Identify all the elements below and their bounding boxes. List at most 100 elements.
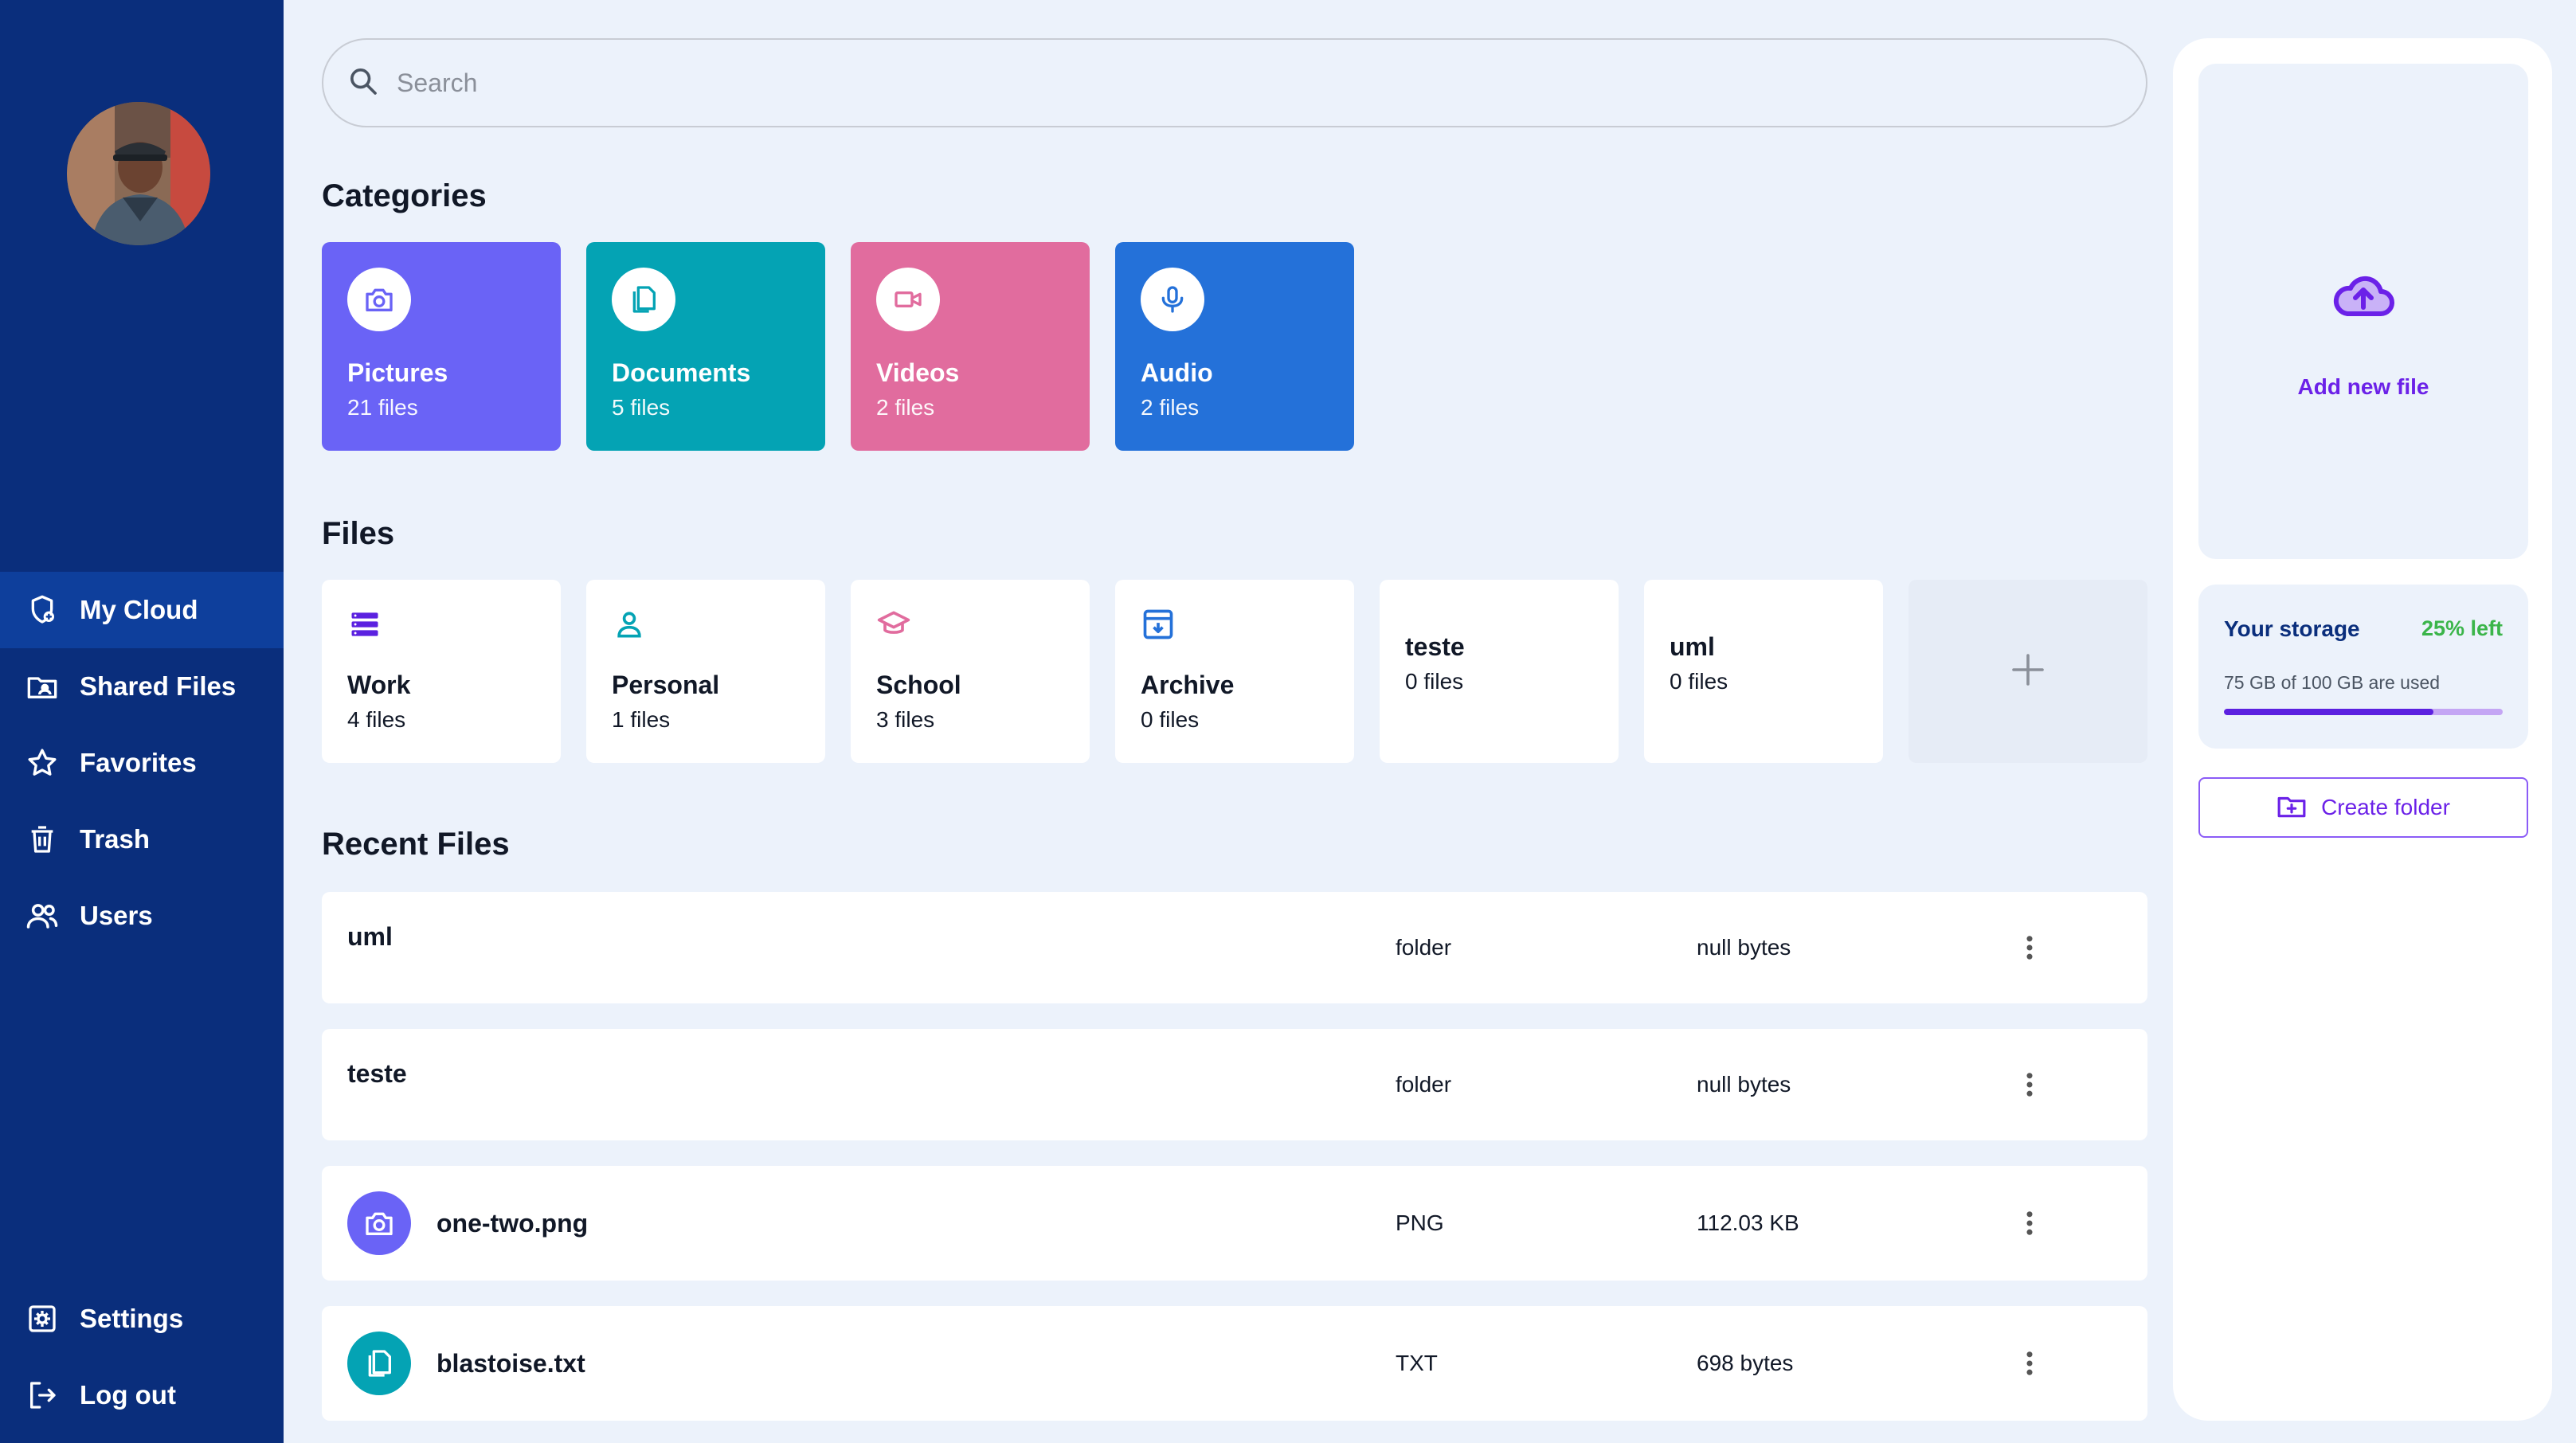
recent-file-type: folder — [1396, 935, 1452, 960]
category-audio[interactable]: Audio 2 files — [1115, 242, 1354, 451]
documents-icon — [612, 268, 675, 331]
create-folder-button[interactable]: Create folder — [2198, 777, 2528, 838]
folder-count: 3 files — [876, 707, 935, 732]
recent-file-name: uml — [347, 922, 393, 951]
recent-files-title: Recent Files — [322, 827, 510, 862]
nav-log-out[interactable]: Log out — [0, 1357, 284, 1433]
nav-users[interactable]: Users — [0, 878, 284, 954]
camera-icon — [347, 268, 411, 331]
logout-icon — [25, 1378, 59, 1412]
category-count: 2 files — [876, 395, 935, 420]
category-videos[interactable]: Videos 2 files — [851, 242, 1090, 451]
storage-progress-bar — [2224, 709, 2503, 715]
category-name: Audio — [1141, 358, 1213, 387]
folder-plus-icon — [2277, 791, 2307, 825]
recent-file-type: folder — [1396, 1072, 1452, 1097]
folder-teste[interactable]: teste 0 files — [1380, 580, 1619, 763]
category-count: 2 files — [1141, 395, 1200, 420]
nav-label: Favorites — [80, 748, 197, 777]
recent-file-name: teste — [347, 1059, 407, 1088]
search-bar[interactable] — [322, 38, 2147, 127]
cloud-upload-icon — [2331, 272, 2395, 327]
folder-name: School — [876, 671, 961, 699]
folder-name: Work — [347, 671, 411, 699]
microphone-icon — [1141, 268, 1204, 331]
storage-left: 25% left — [2421, 616, 2503, 640]
recent-file-name: blastoise.txt — [437, 1349, 585, 1378]
nav-label: My Cloud — [80, 595, 198, 624]
search-icon — [347, 65, 379, 101]
category-count: 5 files — [612, 395, 671, 420]
recent-file-type: PNG — [1396, 1210, 1444, 1235]
documents-icon — [347, 1332, 411, 1395]
trash-icon — [25, 823, 59, 856]
recent-row-teste[interactable]: teste folder null bytes — [322, 1029, 2147, 1140]
recent-row-blastoise-txt[interactable]: blastoise.txt TXT 698 bytes — [322, 1306, 2147, 1421]
category-documents[interactable]: Documents 5 files — [586, 242, 825, 451]
recent-file-size: null bytes — [1697, 935, 1791, 960]
storage-used-text: 75 GB of 100 GB are used — [2224, 672, 2441, 693]
search-input[interactable] — [397, 68, 1910, 98]
app-root: My Cloud Shared Files Favorites Trash Us… — [0, 0, 2576, 1443]
right-panel: Add new file Your storage 25% left 75 GB… — [2173, 38, 2552, 1421]
storage-widget: Your storage 25% left 75 GB of 100 GB ar… — [2198, 585, 2528, 749]
avatar[interactable] — [67, 102, 210, 245]
nav-label: Trash — [80, 824, 151, 854]
more-options-button[interactable] — [2014, 1069, 2046, 1101]
cloud-shield-icon — [25, 593, 59, 627]
folder-count: 0 files — [1405, 669, 1464, 694]
add-new-file-label: Add new file — [2297, 374, 2429, 399]
more-options-button[interactable] — [2014, 1347, 2046, 1379]
recent-file-size: 112.03 KB — [1697, 1210, 1799, 1235]
camera-icon — [347, 1191, 411, 1255]
folder-personal[interactable]: Personal 1 files — [586, 580, 825, 763]
video-camera-icon — [876, 268, 940, 331]
nav-label: Settings — [80, 1304, 184, 1333]
folder-school[interactable]: School 3 files — [851, 580, 1090, 763]
recent-file-size: 698 bytes — [1697, 1351, 1794, 1375]
users-icon — [25, 899, 59, 933]
more-options-button[interactable] — [2014, 1207, 2046, 1239]
files-title: Files — [322, 516, 395, 551]
folder-count: 0 files — [1670, 669, 1728, 694]
storage-progress-fill — [2224, 709, 2433, 715]
recent-row-one-two-png[interactable]: one-two.png PNG 112.03 KB — [322, 1166, 2147, 1281]
stack-icon — [347, 607, 382, 642]
folder-count: 1 files — [612, 707, 671, 732]
recent-row-uml[interactable]: uml folder null bytes — [322, 892, 2147, 1003]
add-new-file-dropzone[interactable]: Add new file — [2198, 64, 2528, 559]
shared-folder-icon — [25, 670, 59, 703]
folder-name: Archive — [1141, 671, 1235, 699]
add-folder-button[interactable] — [1909, 580, 2147, 763]
nav-settings[interactable]: Settings — [0, 1281, 284, 1357]
nav-label: Shared Files — [80, 671, 237, 701]
nav-label: Users — [80, 901, 153, 930]
category-name: Videos — [876, 358, 960, 387]
folder-name: uml — [1670, 632, 1715, 661]
folder-count: 0 files — [1141, 707, 1200, 732]
archive-icon — [1141, 607, 1176, 642]
folder-name: teste — [1405, 632, 1465, 661]
category-name: Documents — [612, 358, 751, 387]
recent-file-size: null bytes — [1697, 1072, 1791, 1097]
nav-my-cloud[interactable]: My Cloud — [0, 572, 284, 648]
star-icon — [25, 746, 59, 780]
folder-uml[interactable]: uml 0 files — [1644, 580, 1883, 763]
nav-shared-files[interactable]: Shared Files — [0, 648, 284, 725]
folder-work[interactable]: Work 4 files — [322, 580, 561, 763]
more-options-button[interactable] — [2014, 932, 2046, 964]
nav-trash[interactable]: Trash — [0, 801, 284, 878]
folder-name: Personal — [612, 671, 720, 699]
plus-icon — [2009, 651, 2047, 693]
nav-favorites[interactable]: Favorites — [0, 725, 284, 801]
folder-archive[interactable]: Archive 0 files — [1115, 580, 1354, 763]
nav-label: Log out — [80, 1380, 176, 1410]
person-icon — [612, 607, 647, 642]
settings-icon — [25, 1302, 59, 1335]
categories-title: Categories — [322, 178, 487, 213]
graduation-cap-icon — [876, 607, 911, 642]
storage-title: Your storage — [2224, 616, 2360, 641]
create-folder-label: Create folder — [2321, 795, 2450, 819]
category-pictures[interactable]: Pictures 21 files — [322, 242, 561, 451]
sidebar: My Cloud Shared Files Favorites Trash Us… — [0, 0, 284, 1443]
